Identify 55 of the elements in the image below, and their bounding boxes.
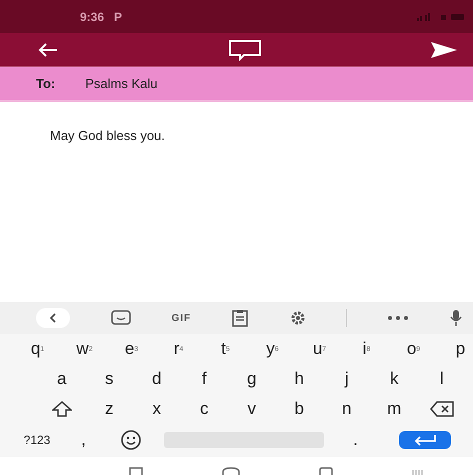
letter-key[interactable]: p [437,339,473,359]
letter-key[interactable]: i$^{8}$ [343,339,390,359]
enter-key[interactable] [399,431,451,449]
to-label: To: [36,76,56,91]
chevron-left-icon [48,313,58,323]
smiley-icon [120,429,142,451]
more-icon[interactable] [387,315,410,321]
clipboard-icon[interactable] [230,309,249,327]
letter-key[interactable]: b [276,399,323,419]
letter-key[interactable]: c [180,399,228,419]
comma-key[interactable]: , [60,430,107,450]
letter-key[interactable]: h [276,369,323,389]
status-time: 9:36 [80,10,104,24]
keyboard-hide-icon[interactable] [412,469,424,475]
letter-key[interactable]: r$^{4}$ [155,339,202,359]
letter-key[interactable]: j [323,369,370,389]
letter-key[interactable]: v [228,399,276,419]
microphone-icon[interactable] [448,309,463,327]
back-icon[interactable] [318,467,333,475]
letter-key[interactable]: o$^{9}$ [390,339,437,359]
notification-letter: P [114,10,122,24]
backspace-icon [430,401,454,417]
letter-key[interactable]: e$^{3}$ [108,339,155,359]
signal-battery-icon [417,12,465,22]
letter-key[interactable]: k [370,369,418,389]
letter-key[interactable]: y$^{6}$ [249,339,296,359]
letter-key[interactable]: s [86,369,133,389]
back-arrow-icon[interactable] [38,42,58,56]
enter-icon [413,434,437,446]
shift-icon [52,401,72,417]
sticker-icon[interactable] [110,310,132,326]
symbols-key[interactable]: ?123 [14,433,60,447]
letter-key[interactable]: t$^{5}$ [202,339,249,359]
letter-key[interactable]: m [370,399,418,419]
letter-key[interactable]: d [133,369,180,389]
collapse-button[interactable] [36,308,70,328]
letter-key[interactable]: q$^{1}$ [14,339,61,359]
letter-key[interactable]: x [133,399,180,419]
letter-key[interactable]: w$^{2}$ [61,339,108,359]
settings-icon[interactable] [288,309,307,327]
gif-button[interactable]: GIF [172,312,192,324]
letter-key[interactable]: u$^{7}$ [296,339,343,359]
send-icon[interactable] [431,42,457,58]
period-key[interactable]: . [332,430,379,450]
recipient-name[interactable]: Psalms Kalu [85,76,158,91]
message-text[interactable]: May God bless you. [50,128,473,143]
letter-key[interactable]: g [228,369,276,389]
letter-key[interactable]: f [180,369,228,389]
letter-key[interactable]: z [86,399,133,419]
letter-key[interactable]: n [323,399,370,419]
message-bubble-icon[interactable] [228,38,262,60]
recents-icon[interactable] [129,467,144,475]
letter-key[interactable]: l [418,369,466,389]
home-icon[interactable] [222,467,240,475]
letter-key[interactable]: a [38,369,86,389]
